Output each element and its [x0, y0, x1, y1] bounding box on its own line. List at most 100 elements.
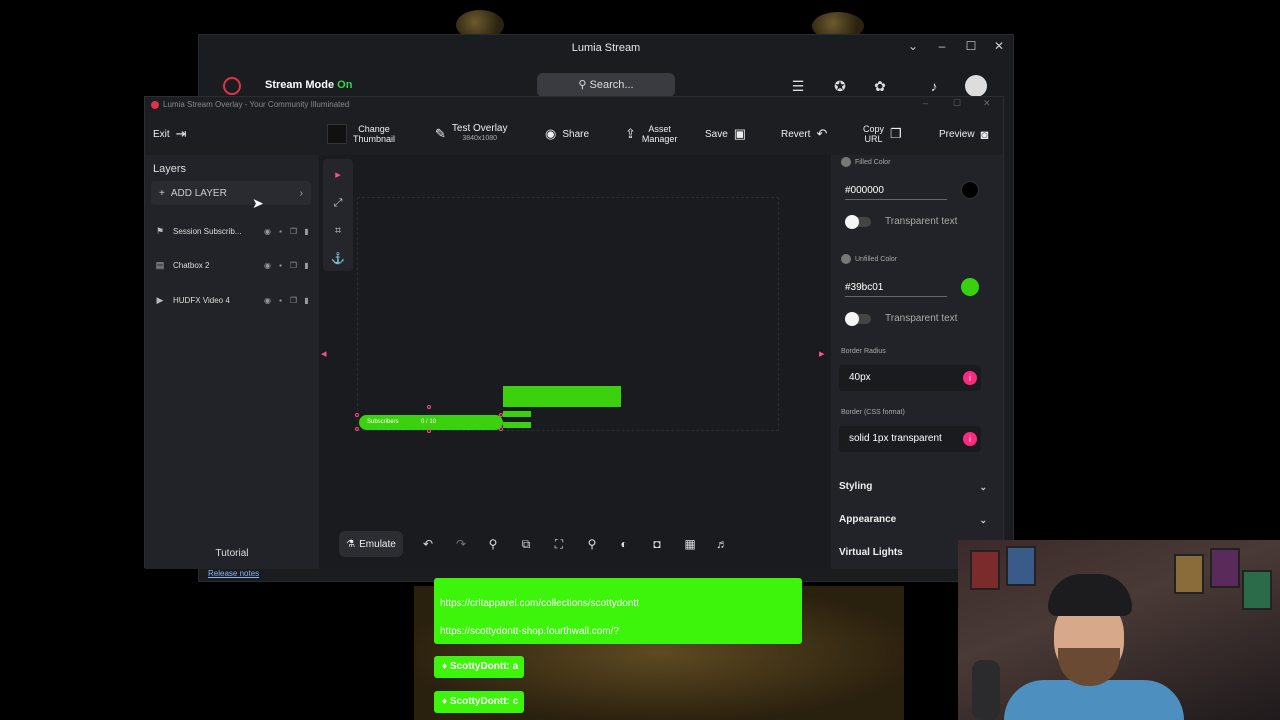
transparent-text-toggle[interactable]: [845, 312, 871, 326]
border-css-caption: Border (CSS format): [841, 409, 905, 416]
camera-icon[interactable]: ◘: [648, 537, 666, 551]
layer-row[interactable]: ▶ HUDFX Video 4 ◉ ▪ ❐ ▮: [151, 288, 313, 312]
palette-icon[interactable]: ✿: [871, 77, 889, 95]
filled-color-input[interactable]: #000000: [845, 185, 947, 200]
maximize-icon[interactable]: ☐: [953, 98, 961, 109]
wall-poster: [1210, 548, 1240, 588]
copy-icon[interactable]: ❐: [287, 227, 300, 236]
border-radius-input[interactable]: 40px i: [839, 365, 981, 391]
eye-icon[interactable]: ◉: [261, 296, 274, 305]
save-label: Save: [705, 128, 728, 140]
maximize-icon[interactable]: ☐: [961, 39, 981, 53]
copy-icon[interactable]: ❐: [287, 296, 300, 305]
trash-icon[interactable]: ▮: [300, 261, 313, 270]
layer-chip: [503, 422, 531, 428]
canvas-bottom-toolbar: ⚗ Emulate ↶ ↷ ⚲ ⧉ ⛶ ⚲ ◐ ◘ ▦ ♬: [319, 527, 831, 567]
anchor-icon[interactable]: ⚓: [323, 249, 353, 269]
trash-icon[interactable]: ▮: [300, 227, 313, 236]
power-icon[interactable]: [223, 77, 241, 95]
share-button[interactable]: ◉ Share: [545, 117, 589, 151]
copy-icon: ❐: [890, 126, 902, 141]
volume-icon[interactable]: ♬: [713, 537, 731, 551]
stream-mode-toggle[interactable]: Stream Mode On: [265, 79, 352, 91]
chat-link[interactable]: https://scottydontt-shop.fourthwall.com/…: [440, 626, 619, 637]
collapse-right-icon[interactable]: ▸: [819, 347, 825, 360]
select-arrow-icon[interactable]: ▸: [323, 165, 353, 185]
filled-color-swatch[interactable]: [961, 181, 979, 199]
search-input[interactable]: ⚲ Search...: [537, 73, 675, 97]
layer-name: Session Subscrib...: [173, 226, 242, 236]
info-icon[interactable]: i: [963, 432, 977, 446]
styling-section-header[interactable]: Styling ⌄: [839, 477, 991, 497]
layers-title: Layers: [153, 163, 187, 175]
revert-label: Revert: [781, 128, 811, 140]
lock-icon[interactable]: ▪: [274, 227, 287, 236]
collapse-left-icon[interactable]: ◂: [321, 347, 327, 360]
chevron-down-icon[interactable]: ⌄: [903, 39, 923, 53]
resize-handle[interactable]: [355, 413, 359, 417]
minimize-icon[interactable]: –: [923, 98, 928, 108]
tutorial-button[interactable]: Tutorial: [145, 539, 319, 569]
preview-button[interactable]: Preview ◙: [939, 117, 988, 151]
resize-icon[interactable]: ⤢: [323, 193, 353, 213]
avatar[interactable]: [965, 75, 987, 97]
resize-handle[interactable]: [427, 405, 431, 409]
test-overlay-button[interactable]: ✎ Test Overlay 3840x1080: [435, 117, 507, 151]
overlay-canvas[interactable]: ▸ ⤢ ⌗ ⚓ ◂ ▸: [319, 155, 831, 569]
release-notes-link[interactable]: Release notes: [208, 569, 259, 578]
filled-color-caption-text: Filled Color: [855, 158, 891, 166]
layer-row[interactable]: ⚑ Session Subscrib... ◉ ▪ ❐ ▮: [151, 219, 313, 243]
chat-link[interactable]: https://critapparel.com/collections/scot…: [440, 598, 639, 609]
zoom-out-icon[interactable]: ⚲: [484, 537, 502, 551]
unfilled-color-swatch[interactable]: [961, 278, 979, 296]
contrast-icon[interactable]: ◐: [615, 537, 633, 551]
lightbulb-icon[interactable]: ✪: [831, 77, 849, 95]
eye-icon[interactable]: ◉: [261, 227, 274, 236]
change-thumbnail-button[interactable]: Change Thumbnail: [327, 117, 395, 151]
fit-screen-icon[interactable]: ⧉: [517, 537, 535, 552]
copy-url-button[interactable]: Copy URL ❐: [863, 117, 902, 151]
sliders-icon[interactable]: ☰: [789, 77, 807, 95]
grid-icon[interactable]: ▦: [681, 537, 699, 551]
chatbox-layer-preview[interactable]: [503, 386, 621, 407]
close-icon[interactable]: ✕: [989, 39, 1009, 53]
border-css-input[interactable]: solid 1px transparent i: [839, 426, 981, 452]
eye-icon[interactable]: ◉: [261, 261, 274, 270]
copy-icon[interactable]: ❐: [287, 261, 300, 270]
trash-icon[interactable]: ▮: [300, 296, 313, 305]
exit-button[interactable]: Exit ⇥: [153, 117, 187, 151]
resize-handle[interactable]: [499, 413, 503, 417]
undo-icon[interactable]: ↶: [419, 537, 437, 551]
resize-handle[interactable]: [427, 429, 431, 433]
info-icon[interactable]: i: [963, 371, 977, 385]
bell-icon[interactable]: ♪: [925, 77, 943, 95]
redo-icon[interactable]: ↷: [452, 537, 470, 551]
lock-icon[interactable]: ▪: [274, 261, 287, 270]
resize-handle[interactable]: [499, 427, 503, 431]
close-icon[interactable]: ✕: [983, 98, 991, 109]
layer-row[interactable]: ▤ Chatbox 2 ◉ ▪ ❐ ▮: [151, 253, 313, 277]
layer-name: Chatbox 2: [173, 260, 210, 270]
emulate-button[interactable]: ⚗ Emulate: [339, 531, 403, 557]
toggle-knob: [845, 312, 859, 326]
transparent-text-toggle[interactable]: [845, 215, 871, 229]
asset-manager-line1: Asset: [648, 124, 671, 134]
add-layer-button[interactable]: + ADD LAYER ›: [151, 181, 311, 205]
copy-url-line2: URL: [864, 134, 883, 144]
revert-button[interactable]: Revert ↶: [781, 117, 827, 151]
toggle-knob: [845, 215, 859, 229]
fullscreen-icon[interactable]: ⛶: [550, 537, 568, 552]
unfilled-color-input[interactable]: #39bc01: [845, 282, 947, 297]
minimize-icon[interactable]: –: [932, 39, 952, 53]
appearance-section-header[interactable]: Appearance ⌄: [839, 510, 991, 530]
crop-icon[interactable]: ⌗: [323, 221, 353, 241]
subscriber-goal-bar[interactable]: Subscribers 0 / 10: [359, 415, 503, 430]
flask-icon: ⚗: [346, 538, 356, 550]
lumia-logo-icon: [151, 101, 159, 109]
save-button[interactable]: Save ▣: [705, 117, 746, 151]
resize-handle[interactable]: [355, 427, 359, 431]
zoom-in-icon[interactable]: ⚲: [583, 537, 601, 551]
stream-mode-state: On: [337, 79, 353, 91]
lock-icon[interactable]: ▪: [274, 296, 287, 305]
asset-manager-button[interactable]: ⇪ Asset Manager: [625, 117, 677, 151]
